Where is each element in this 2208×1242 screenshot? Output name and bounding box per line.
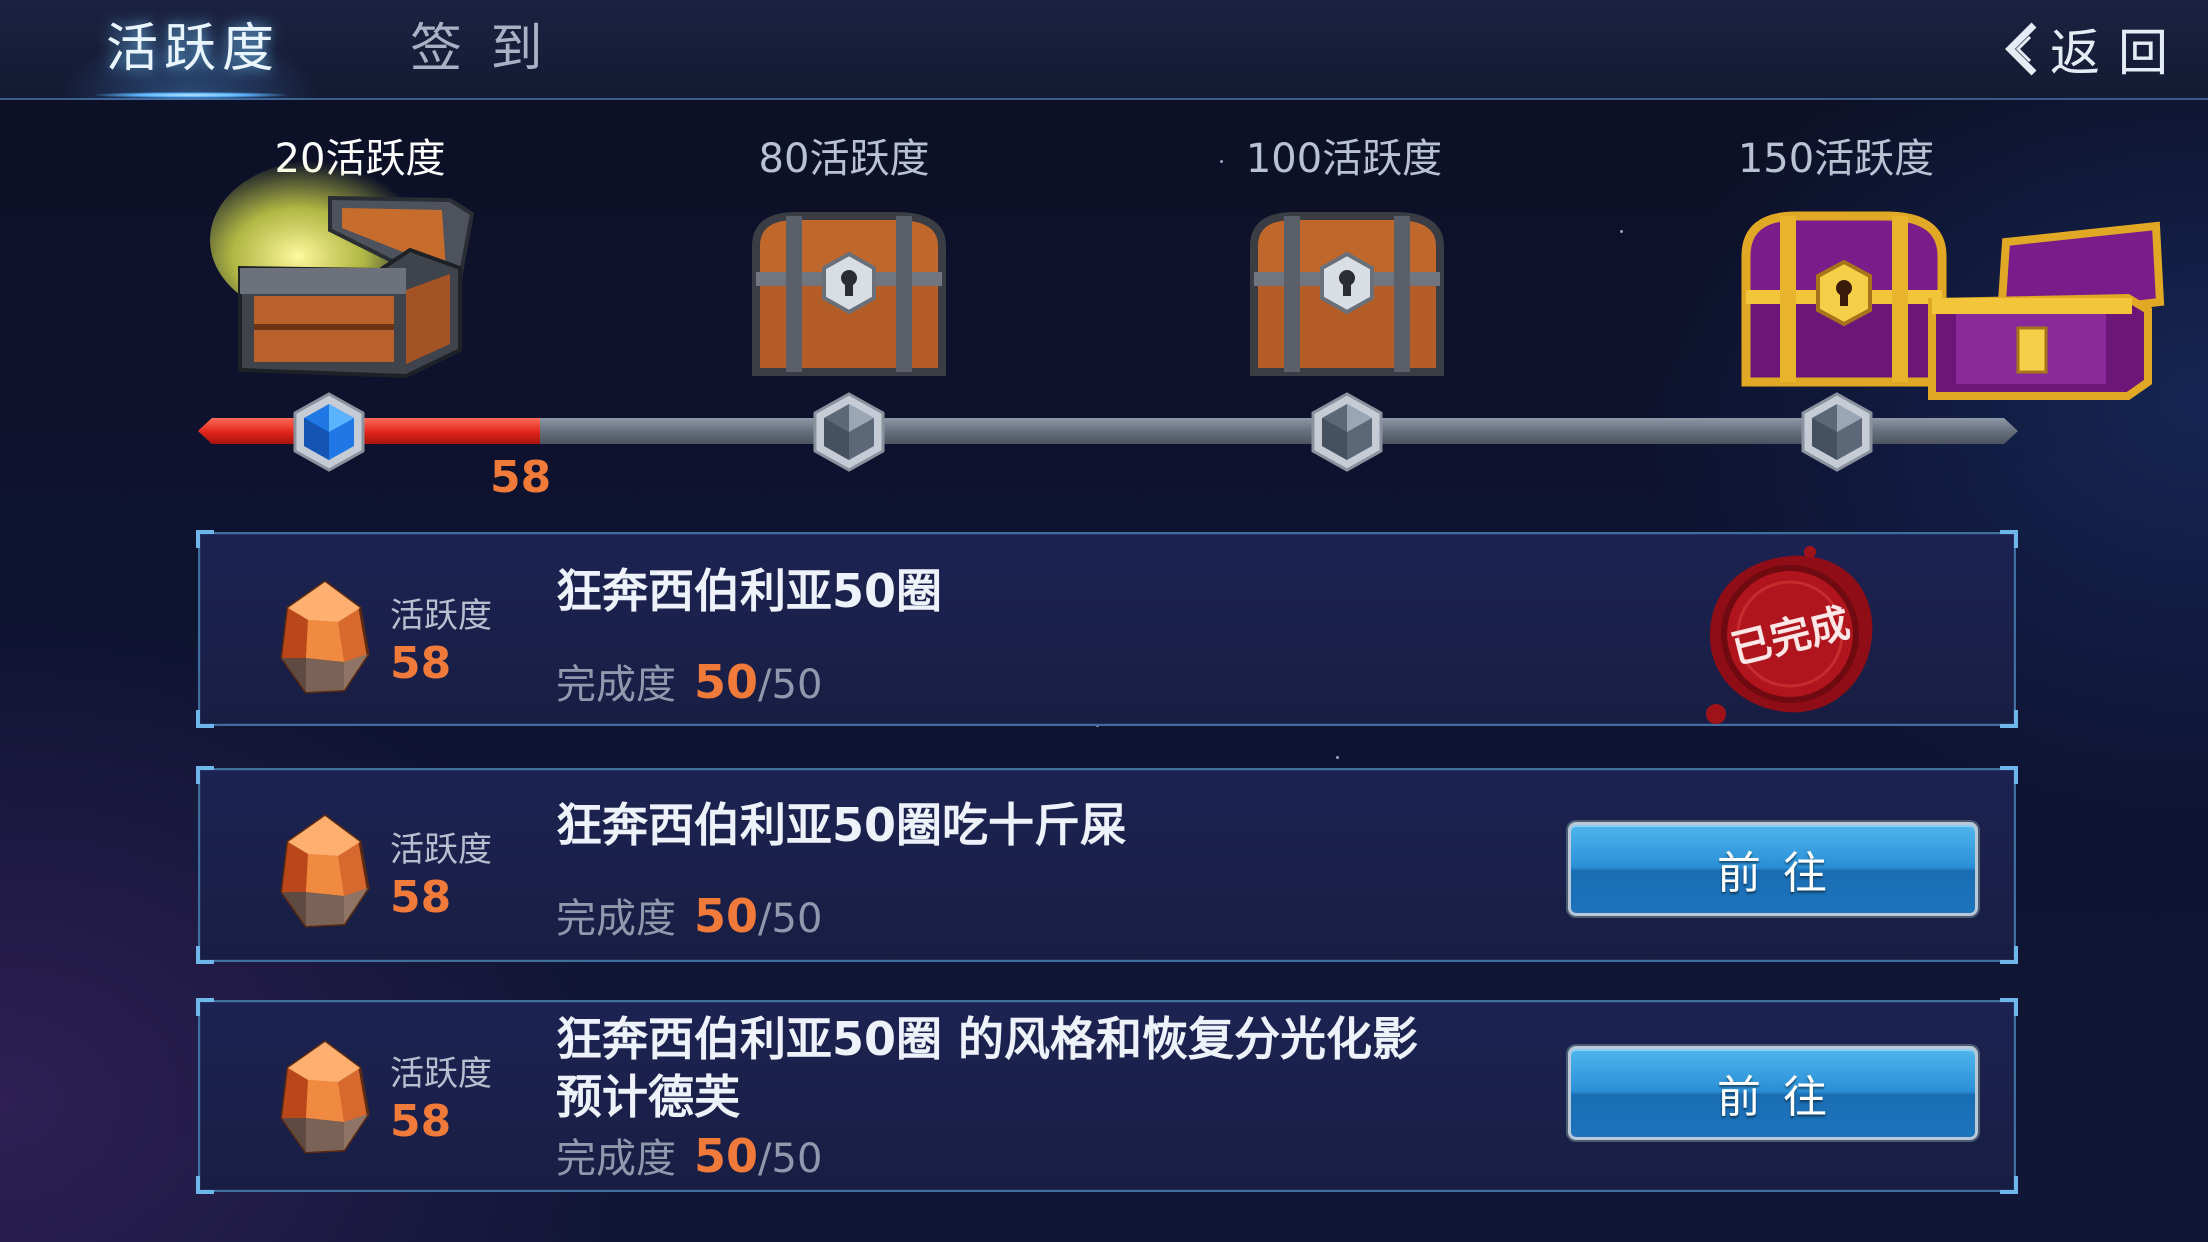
task-card: 活跃度 58 狂奔西伯利亚50圈吃十斤屎 完成度 50 /50 前往	[196, 766, 2018, 964]
task-progress: 完成度 50 /50	[556, 886, 822, 944]
milestone-node-icon	[813, 392, 885, 472]
star	[1336, 756, 1339, 759]
points-label: 活跃度	[390, 830, 492, 870]
milestone-node-icon	[1311, 392, 1383, 472]
completed-seal-icon: 已完成	[1706, 546, 1873, 724]
progress-done: 50	[694, 889, 759, 943]
milestone-node-icon	[1801, 392, 1873, 472]
milestone-label-150: 150活跃度	[1737, 136, 1935, 182]
progress-done: 50	[694, 1129, 759, 1183]
back-button[interactable]: 返回	[2000, 16, 2186, 82]
top-bar: 活跃度 签 到 返回	[0, 0, 2208, 100]
locked-chest-icon[interactable]	[1244, 206, 1450, 382]
open-chest-icon[interactable]	[210, 150, 480, 380]
progress-label: 完成度	[556, 1136, 676, 1182]
task-title: 狂奔西伯利亚50圈 的风格和恢复分光化影	[556, 1012, 1419, 1066]
tab-activity[interactable]: 活跃度	[106, 14, 280, 84]
progress-total: /50	[758, 1136, 823, 1182]
progress-done: 50	[694, 655, 759, 709]
star	[1220, 160, 1223, 163]
locked-chest-icon[interactable]	[746, 206, 952, 382]
activity-gem-icon	[280, 1040, 370, 1154]
back-arrow-icon	[2005, 22, 2037, 76]
go-button[interactable]: 前往	[1568, 822, 1978, 916]
golden-chest-icon[interactable]	[1736, 206, 2166, 402]
milestone-label-100: 100活跃度	[1245, 136, 1443, 182]
points-value: 58	[390, 872, 452, 923]
points-value: 58	[390, 638, 452, 689]
task-title: 狂奔西伯利亚50圈吃十斤屎	[556, 798, 1127, 852]
active-tab-indicator	[96, 92, 286, 98]
activity-progress-bar	[198, 418, 2018, 444]
activity-gem-icon	[280, 814, 370, 928]
progress-total: /50	[758, 896, 823, 942]
task-title: 狂奔西伯利亚50圈	[556, 564, 943, 618]
progress-fill	[198, 418, 541, 444]
task-card: 活跃度 58 狂奔西伯利亚50圈 的风格和恢复分光化影 预计德芙 完成度 50 …	[196, 998, 2018, 1194]
go-button[interactable]: 前往	[1568, 1046, 1978, 1140]
task-title-line2: 预计德芙	[556, 1070, 740, 1124]
points-value: 58	[390, 1096, 452, 1147]
milestone-node-reached-icon	[293, 392, 365, 472]
points-label: 活跃度	[390, 596, 492, 636]
activity-gem-icon	[280, 580, 370, 694]
back-label: 返回	[2050, 24, 2186, 82]
current-activity-value: 58	[490, 452, 552, 503]
tab-checkin[interactable]: 签 到	[410, 14, 549, 84]
task-progress: 完成度 50 /50	[556, 1126, 822, 1184]
progress-total: /50	[758, 662, 823, 708]
star	[1620, 230, 1623, 233]
task-card: 活跃度 58 狂奔西伯利亚50圈 完成度 50 /50 已完成	[196, 530, 2018, 728]
milestone-label-80: 80活跃度	[758, 136, 930, 182]
progress-label: 完成度	[556, 662, 676, 708]
task-progress: 完成度 50 /50	[556, 652, 822, 710]
points-label: 活跃度	[390, 1054, 492, 1094]
progress-label: 完成度	[556, 896, 676, 942]
